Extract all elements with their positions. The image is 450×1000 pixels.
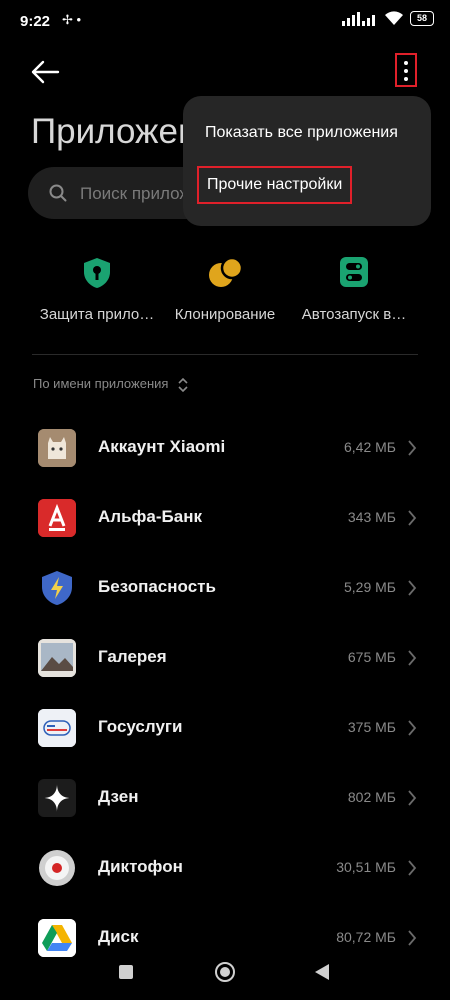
app-size: 6,42 МБ xyxy=(344,439,396,455)
app-size: 343 МБ xyxy=(347,509,396,525)
notification-icons: ✢ • xyxy=(62,12,82,27)
security-shield-icon xyxy=(38,569,76,607)
app-size: 375 МБ xyxy=(347,719,396,735)
shield-lock-icon xyxy=(80,256,114,290)
divider xyxy=(32,354,418,355)
list-item[interactable]: Дзен 802 МБ xyxy=(0,763,450,833)
shortcut-clone[interactable]: Клонирование xyxy=(160,256,290,323)
more-vertical-icon xyxy=(404,61,408,81)
status-right-icons: 58 xyxy=(342,11,434,26)
list-item[interactable]: Госуслуги 375 МБ xyxy=(0,693,450,763)
status-bar: 9:22 ✢ • 58 xyxy=(0,0,450,44)
app-size: 802 МБ xyxy=(347,789,396,805)
list-item[interactable]: Диктофон 30,51 МБ xyxy=(0,833,450,903)
toggle-icon xyxy=(337,256,371,290)
battery-icon: 58 xyxy=(410,11,434,26)
shortcut-app-lock[interactable]: Защита прило… xyxy=(32,256,162,323)
sort-selector[interactable]: По имени приложения xyxy=(33,376,188,392)
app-name: Безопасность xyxy=(98,577,216,596)
more-options-button[interactable] xyxy=(395,53,417,87)
list-item[interactable]: Аккаунт Xiaomi 6,42 МБ xyxy=(0,413,450,483)
chevron-right-icon xyxy=(408,930,417,946)
dzen-icon xyxy=(38,779,76,817)
app-name: Галерея xyxy=(98,647,167,666)
top-bar xyxy=(0,50,450,100)
status-time: 9:22 xyxy=(20,13,51,30)
gosuslugi-icon xyxy=(38,709,76,747)
shortcut-label: Клонирование xyxy=(174,306,276,323)
sort-arrows-icon xyxy=(178,377,188,392)
triangle-back-icon xyxy=(315,964,329,980)
chevron-right-icon xyxy=(408,440,417,456)
app-name: Альфа-Банк xyxy=(98,507,202,526)
square-icon xyxy=(119,965,133,979)
chevron-right-icon xyxy=(408,510,417,526)
app-size: 675 МБ xyxy=(347,649,396,665)
shortcut-autostart[interactable]: Автозапуск в… xyxy=(289,256,419,323)
arrow-left-icon xyxy=(31,60,60,84)
home-button[interactable] xyxy=(214,961,236,988)
back-button[interactable] xyxy=(30,60,64,88)
shortcut-label: Автозапуск в… xyxy=(301,306,407,323)
list-item[interactable]: Галерея 675 МБ xyxy=(0,623,450,693)
app-size: 5,29 МБ xyxy=(344,579,396,595)
navigation-bar xyxy=(0,948,450,1000)
chevron-right-icon xyxy=(408,650,417,666)
clone-icon xyxy=(208,256,244,290)
back-nav-button[interactable] xyxy=(314,963,330,986)
overflow-menu: Показать все приложения Прочие настройки xyxy=(183,96,431,226)
alfa-bank-icon xyxy=(38,499,76,537)
gallery-icon xyxy=(38,639,76,677)
chevron-right-icon xyxy=(408,790,417,806)
app-name: Госуслуги xyxy=(98,717,183,736)
app-name: Аккаунт Xiaomi xyxy=(98,437,226,456)
app-size: 80,72 МБ xyxy=(336,929,396,945)
xiaomi-account-icon xyxy=(38,429,76,467)
menu-item-other-settings[interactable]: Прочие настройки xyxy=(197,166,353,204)
recorder-icon xyxy=(38,849,76,887)
list-item[interactable]: Безопасность 5,29 МБ xyxy=(0,553,450,623)
circle-icon xyxy=(215,962,235,982)
wifi-icon xyxy=(385,11,403,25)
app-name: Диктофон xyxy=(98,857,183,876)
app-name: Дзен xyxy=(98,787,139,806)
app-size: 30,51 МБ xyxy=(336,859,396,875)
page-title: Приложения xyxy=(31,112,191,151)
list-item[interactable]: Альфа-Банк 343 МБ xyxy=(0,483,450,553)
sort-label: По имени приложения xyxy=(33,376,169,391)
chevron-right-icon xyxy=(408,580,417,596)
chevron-right-icon xyxy=(408,860,417,876)
recents-button[interactable] xyxy=(118,964,134,985)
signal-icon xyxy=(342,11,375,26)
menu-item-show-all-apps[interactable]: Показать все приложения xyxy=(205,124,398,142)
chevron-right-icon xyxy=(408,720,417,736)
app-name: Диск xyxy=(98,927,139,946)
shortcut-label: Защита прило… xyxy=(39,306,155,323)
search-icon xyxy=(49,184,67,202)
